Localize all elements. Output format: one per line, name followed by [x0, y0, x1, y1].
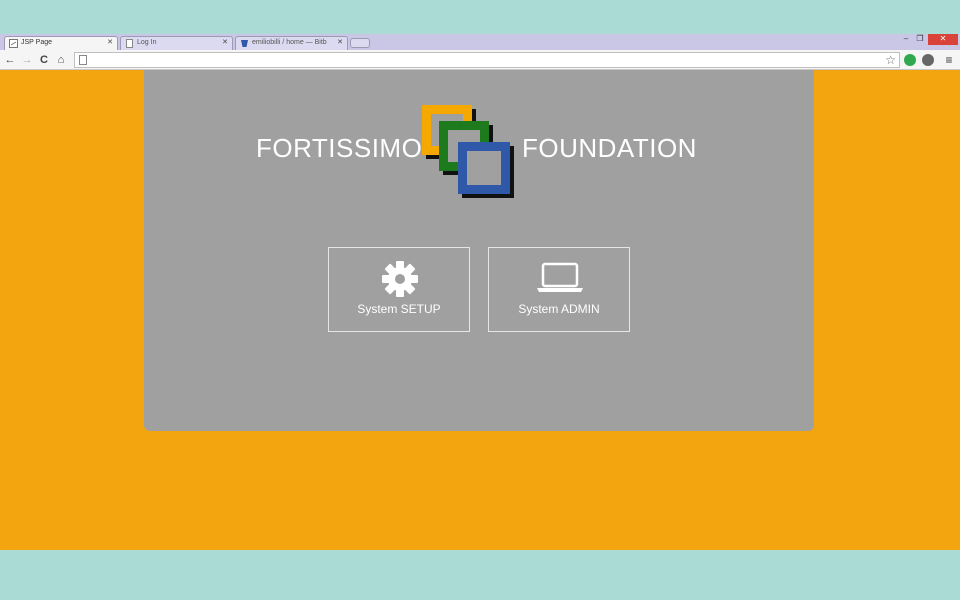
tab-close-icon[interactable]: ✕	[222, 37, 228, 49]
page-icon	[79, 55, 87, 65]
system-setup-button[interactable]: System SETUP	[328, 247, 470, 332]
system-admin-button[interactable]: System ADMIN	[488, 247, 630, 332]
menu-icon[interactable]: ≡	[943, 53, 955, 67]
tile-label: System ADMIN	[518, 302, 600, 316]
tab-close-icon[interactable]: ✕	[107, 37, 113, 49]
brand-name-right: FOUNDATION	[522, 133, 697, 163]
tab-bitbucket[interactable]: emiliobilli / home — Bitb ✕	[235, 36, 348, 50]
tab-title: JSP Page	[21, 39, 53, 46]
bitbucket-icon	[240, 39, 249, 48]
new-tab-button[interactable]	[350, 38, 370, 48]
page-icon	[125, 39, 134, 48]
bookmark-star-icon[interactable]: ☆	[885, 53, 896, 67]
tab-jsp-page[interactable]: JSP Page ✕	[4, 36, 118, 50]
tile-label: System SETUP	[357, 302, 441, 316]
home-icon[interactable]: ⌂	[54, 53, 68, 67]
document-icon	[9, 39, 18, 48]
browser-toolbar: ← → C ⌂ ☆ ≡	[0, 50, 960, 70]
back-icon[interactable]: ←	[3, 53, 17, 67]
close-window-button[interactable]: ✕	[928, 34, 958, 45]
main-panel: FORTISSIMO FOUNDATION System SETUP Syste…	[144, 70, 814, 431]
tab-title: Log In	[137, 39, 157, 46]
tab-strip: JSP Page ✕ Log In ✕ emiliobilli / home —…	[0, 34, 960, 50]
forward-icon[interactable]: →	[20, 53, 34, 67]
maximize-button[interactable]: ❐	[914, 34, 926, 45]
reload-icon[interactable]: C	[37, 53, 51, 67]
page-viewport: FORTISSIMO FOUNDATION System SETUP Syste…	[0, 70, 960, 550]
laptop-icon	[537, 262, 583, 292]
brand-name-left: FORTISSIMO	[256, 133, 423, 163]
tab-close-icon[interactable]: ✕	[337, 37, 343, 49]
tab-title: emiliobilli / home — Bitb	[252, 39, 327, 46]
gear-icon	[382, 261, 418, 297]
minimize-button[interactable]: –	[900, 34, 912, 45]
extension-green-icon[interactable]	[904, 54, 916, 66]
foundation-logo	[422, 105, 514, 198]
browser-window: JSP Page ✕ Log In ✕ emiliobilli / home —…	[0, 34, 960, 550]
tab-log-in[interactable]: Log In ✕	[120, 36, 233, 50]
address-bar[interactable]: ☆	[74, 52, 900, 68]
extension-gear-icon[interactable]	[922, 54, 934, 66]
